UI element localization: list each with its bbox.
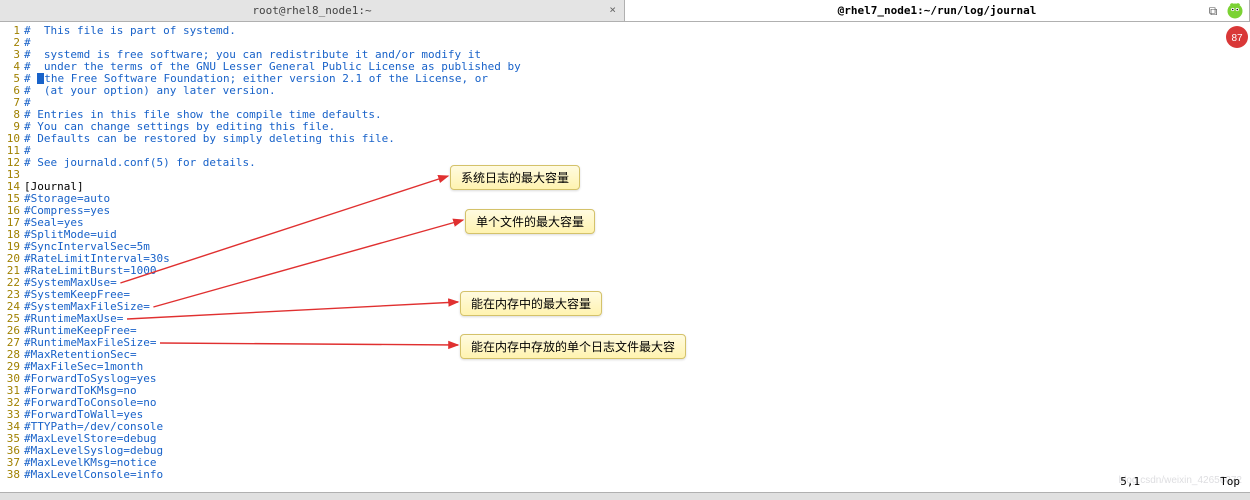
tab-label: root@rhel8_node1:~: [252, 4, 371, 17]
annotation-callout: 单个文件的最大容量: [465, 209, 595, 234]
code-line: # (at your option) any later version.: [24, 85, 1250, 97]
notification-badge[interactable]: 87: [1224, 24, 1250, 53]
code-line: #MaxLevelStore=debug: [24, 433, 1250, 445]
cursor: [37, 73, 44, 84]
watermark: blog.csdn/weixin_42656072: [1119, 475, 1242, 486]
terminal-group-icon[interactable]: ⧉: [1204, 2, 1222, 20]
code-line: # See journald.conf(5) for details.: [24, 157, 1250, 169]
window-footer: [0, 492, 1250, 500]
code-line: #RuntimeMaxUse=: [24, 313, 1250, 325]
tab-2[interactable]: @rhel7_node1:~/run/log/journal ×: [625, 0, 1250, 21]
code-line: #ForwardToWall=yes: [24, 409, 1250, 421]
line-number-gutter: 1234567891011121314151617181920212223242…: [0, 22, 24, 492]
code-line: #TTYPath=/dev/console: [24, 421, 1250, 433]
tab-1[interactable]: root@rhel8_node1:~ ×: [0, 0, 625, 21]
code-line: #MaxLevelSyslog=debug: [24, 445, 1250, 457]
mascot-icon[interactable]: [1226, 2, 1244, 20]
code-line: #Storage=auto: [24, 193, 1250, 205]
code-line: #Seal=yes: [24, 217, 1250, 229]
code-line: #MaxLevelConsole=info: [24, 469, 1250, 481]
code-line: #MaxFileSec=1month: [24, 361, 1250, 373]
line-number: 38: [0, 469, 20, 481]
code-line: #RateLimitInterval=30s: [24, 253, 1250, 265]
annotation-callout: 能在内存中的最大容量: [460, 291, 602, 316]
code-line: [24, 169, 1250, 181]
annotation-callout: 系统日志的最大容量: [450, 165, 580, 190]
code-line: [Journal]: [24, 181, 1250, 193]
annotation-callout: 能在内存中存放的单个日志文件最大容: [460, 334, 686, 359]
code-line: #SystemKeepFree=: [24, 289, 1250, 301]
code-line: #SystemMaxFileSize=: [24, 301, 1250, 313]
code-line: # Defaults can be restored by simply del…: [24, 133, 1250, 145]
code-line: #RateLimitBurst=1000: [24, 265, 1250, 277]
tray: ⧉: [1204, 2, 1244, 20]
code-line: #MaxLevelKMsg=notice: [24, 457, 1250, 469]
code-line: #SplitMode=uid: [24, 229, 1250, 241]
code-line: #SystemMaxUse=: [24, 277, 1250, 289]
code-line: # This file is part of systemd.: [24, 25, 1250, 37]
code-area[interactable]: # This file is part of systemd.## system…: [24, 22, 1250, 492]
code-line: #SyncIntervalSec=5m: [24, 241, 1250, 253]
code-line: #ForwardToConsole=no: [24, 397, 1250, 409]
svg-text:87: 87: [1231, 33, 1243, 44]
code-line: #ForwardToSyslog=yes: [24, 373, 1250, 385]
editor[interactable]: 1234567891011121314151617181920212223242…: [0, 22, 1250, 492]
close-icon[interactable]: ×: [609, 3, 616, 16]
tab-bar: root@rhel8_node1:~ × @rhel7_node1:~/run/…: [0, 0, 1250, 22]
code-line: #ForwardToKMsg=no: [24, 385, 1250, 397]
tab-label: @rhel7_node1:~/run/log/journal: [838, 4, 1037, 17]
code-line: #Compress=yes: [24, 205, 1250, 217]
